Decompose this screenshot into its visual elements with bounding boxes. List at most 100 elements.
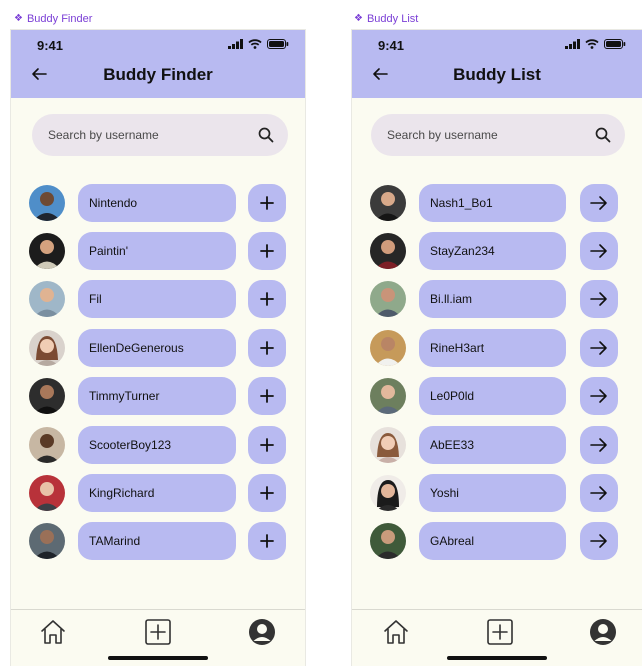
user-circle-icon[interactable] (248, 618, 276, 646)
username-label: Bi.ll.iam (430, 292, 473, 306)
list-item: Nintendo (11, 183, 305, 223)
username-pill: Nintendo (78, 184, 236, 222)
avatar (370, 281, 406, 317)
username-pill: TimmyTurner (78, 377, 236, 415)
search-icon[interactable] (595, 127, 611, 143)
avatar (370, 475, 406, 511)
avatar (29, 281, 65, 317)
avatar (29, 185, 65, 221)
plus-icon (260, 486, 274, 500)
plus-square-icon[interactable] (144, 618, 172, 646)
plus-icon (260, 389, 274, 403)
list-item: Yoshi (352, 473, 642, 513)
avatar (370, 185, 406, 221)
frame-label-text: Buddy Finder (26, 13, 93, 25)
page-title: Buddy List (453, 65, 541, 84)
username-label: TimmyTurner (89, 389, 160, 403)
view-buddy-button[interactable] (580, 474, 618, 512)
add-buddy-button[interactable] (248, 426, 286, 464)
list-item: Paintin' (11, 231, 305, 271)
status-time: 9:41 (378, 38, 405, 53)
list-item: Bi.ll.iam (352, 279, 642, 319)
avatar (29, 475, 65, 511)
add-buddy-button[interactable] (248, 232, 286, 270)
frame-label-buddy-finder: ❖ Buddy Finder (14, 12, 92, 26)
username-pill: RineH3art (419, 329, 566, 367)
view-buddy-button[interactable] (580, 522, 618, 560)
view-buddy-button[interactable] (580, 329, 618, 367)
username-label: Nintendo (89, 196, 138, 210)
search-input[interactable]: Search by username (48, 128, 159, 142)
add-buddy-button[interactable] (248, 522, 286, 560)
username-pill: Nash1_Bo1 (419, 184, 566, 222)
battery-icon (267, 39, 289, 49)
avatar (370, 427, 406, 463)
add-buddy-button[interactable] (248, 184, 286, 222)
list-item: ScooterBoy123 (11, 425, 305, 465)
add-buddy-button[interactable] (248, 377, 286, 415)
username-label: EllenDeGenerous (89, 341, 184, 355)
plus-square-icon[interactable] (486, 618, 514, 646)
view-buddy-button[interactable] (580, 280, 618, 318)
user-circle-icon[interactable] (589, 618, 617, 646)
arrow-right-icon (590, 341, 607, 355)
view-buddy-button[interactable] (580, 426, 618, 464)
avatar (370, 523, 406, 559)
list-item: TimmyTurner (11, 376, 305, 416)
home-icon[interactable] (382, 618, 410, 646)
arrow-right-icon (590, 292, 607, 306)
search-input[interactable]: Search by username (387, 128, 498, 142)
search-bar[interactable]: Search by username (371, 114, 625, 156)
username-label: Nash1_Bo1 (430, 196, 493, 210)
avatar (370, 378, 406, 414)
username-label: Paintin' (89, 244, 128, 258)
add-buddy-button[interactable] (248, 474, 286, 512)
arrow-right-icon (590, 244, 607, 258)
plus-icon (260, 438, 274, 452)
username-pill: TAMarind (78, 522, 236, 560)
search-icon[interactable] (258, 127, 274, 143)
avatar (29, 378, 65, 414)
buddy-list-screen: 9:41 Buddy List Search by username Nash1… (352, 30, 642, 666)
add-buddy-button[interactable] (248, 280, 286, 318)
list-item: StayZan234 (352, 231, 642, 271)
status-icons (228, 39, 289, 49)
component-diamond-icon: ❖ (354, 13, 363, 24)
signal-icon (565, 39, 580, 49)
canvas: ❖ Buddy Finder ❖ Buddy List 9:41 Buddy F… (0, 0, 642, 666)
wifi-icon (585, 39, 599, 49)
username-pill: StayZan234 (419, 232, 566, 270)
avatar (29, 233, 65, 269)
home-icon[interactable] (39, 618, 67, 646)
status-icons (565, 39, 626, 49)
username-pill: EllenDeGenerous (78, 329, 236, 367)
username-label: StayZan234 (430, 244, 495, 258)
username-pill: AbEE33 (419, 426, 566, 464)
search-bar[interactable]: Search by username (32, 114, 288, 156)
list-item: AbEE33 (352, 425, 642, 465)
arrow-right-icon (590, 438, 607, 452)
avatar (29, 427, 65, 463)
arrow-right-icon (590, 486, 607, 500)
username-label: ScooterBoy123 (89, 438, 172, 452)
plus-icon (260, 244, 274, 258)
view-buddy-button[interactable] (580, 184, 618, 222)
wifi-icon (248, 39, 262, 49)
list-item: Le0P0ld (352, 376, 642, 416)
list-item: TAMarind (11, 521, 305, 561)
view-buddy-button[interactable] (580, 377, 618, 415)
app-header: 9:41 (11, 30, 305, 98)
view-buddy-button[interactable] (580, 232, 618, 270)
home-indicator (447, 656, 547, 660)
frame-label-text: Buddy List (366, 13, 419, 25)
username-pill: Yoshi (419, 474, 566, 512)
add-buddy-button[interactable] (248, 329, 286, 367)
bottom-tab-bar (11, 609, 305, 666)
list-item: EllenDeGenerous (11, 328, 305, 368)
component-diamond-icon: ❖ (14, 13, 23, 24)
avatar (370, 233, 406, 269)
username-label: Le0P0ld (430, 389, 475, 403)
username-pill: Le0P0ld (419, 377, 566, 415)
page-title: Buddy Finder (103, 65, 213, 84)
username-label: Yoshi (430, 486, 459, 500)
